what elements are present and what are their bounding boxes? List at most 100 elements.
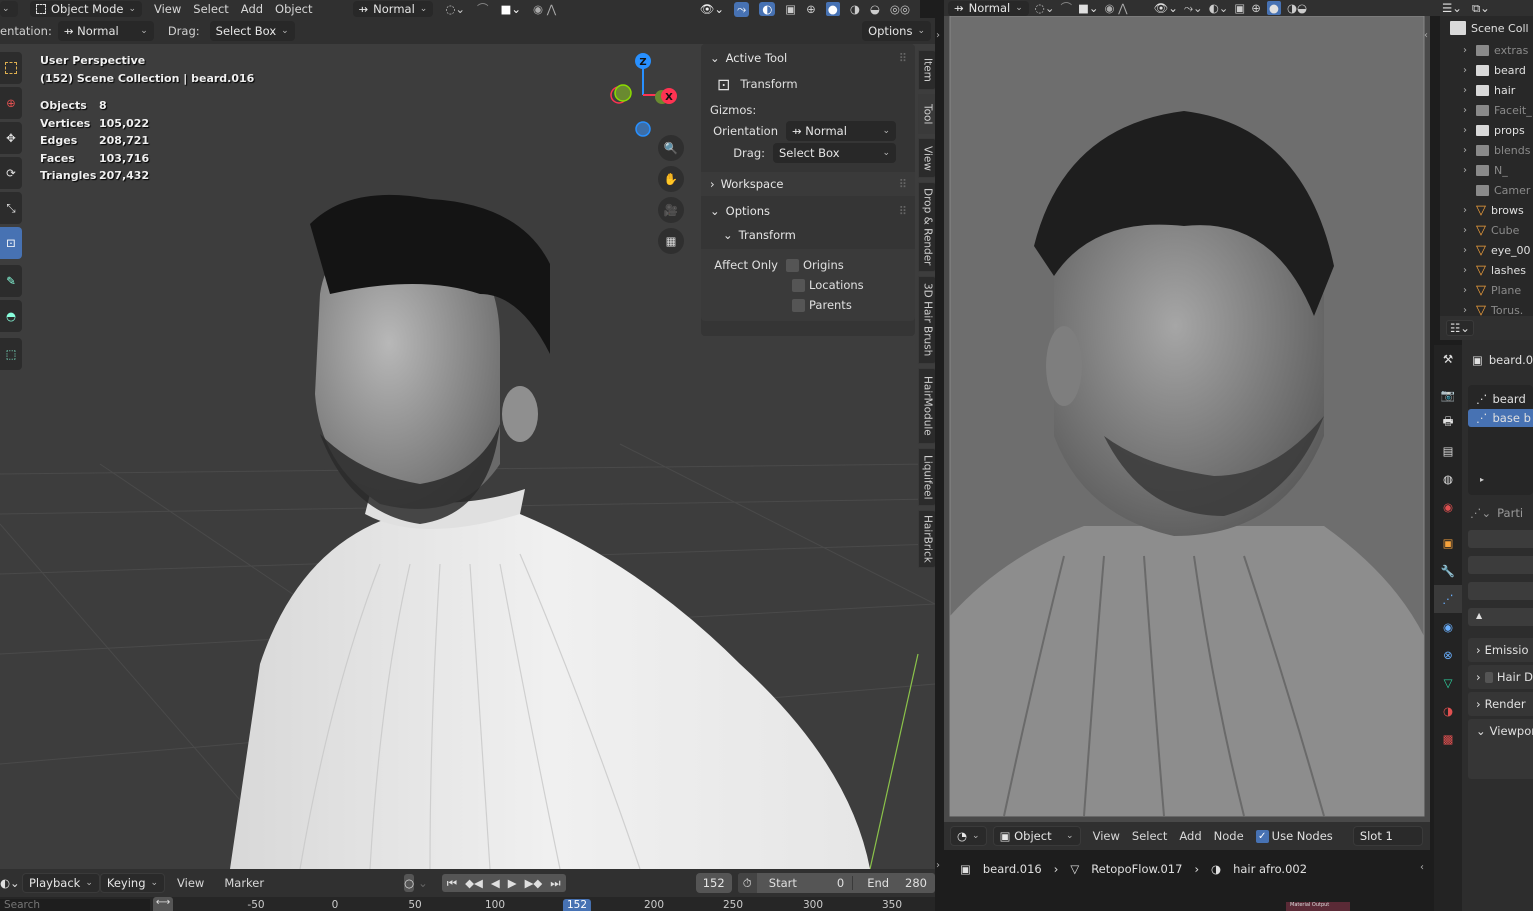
auto-key-toggle[interactable]: ○ bbox=[404, 874, 415, 892]
tab-particles[interactable]: ⋰ bbox=[1434, 585, 1462, 613]
snap-icon[interactable]: ⌒ bbox=[477, 1, 489, 17]
panel-options-header[interactable]: ⌄ Options ⠿ bbox=[701, 199, 915, 223]
outliner-item[interactable]: › ▽ Plane bbox=[1440, 280, 1533, 300]
editor-type-icon[interactable]: ☷⌄ bbox=[1446, 320, 1474, 336]
expand-arrow-icon[interactable]: › bbox=[1463, 65, 1471, 76]
pivot-icon[interactable]: ◌⌄ bbox=[445, 2, 465, 16]
blank-field[interactable] bbox=[1468, 530, 1533, 548]
outliner-item[interactable]: › blends bbox=[1440, 140, 1533, 160]
tool-move[interactable]: ✥ bbox=[0, 122, 22, 154]
navigation-gizmo[interactable]: Z X bbox=[605, 49, 685, 139]
menu-node[interactable]: Node bbox=[1214, 829, 1244, 843]
visibility-icon[interactable]: 👁⌄ bbox=[700, 2, 724, 16]
use-nodes-toggle[interactable]: ✓ Use Nodes bbox=[1255, 829, 1333, 843]
editor-type-icon[interactable]: ◐⌄ bbox=[0, 876, 20, 890]
zoom-button[interactable]: 🔍 bbox=[658, 135, 684, 161]
snap-icon[interactable]: ⌒ bbox=[1060, 0, 1072, 16]
outliner-item[interactable]: › hair bbox=[1440, 80, 1533, 100]
overlay-toggle-icon[interactable]: ◐⌄ bbox=[1209, 1, 1229, 15]
keying-menu[interactable]: Keying ⌄ bbox=[99, 873, 166, 893]
current-frame-field[interactable]: 152 bbox=[695, 873, 732, 893]
tab-world[interactable]: ◉ bbox=[1434, 493, 1462, 521]
play-icon[interactable]: ▶ bbox=[508, 876, 517, 890]
locations-checkbox[interactable] bbox=[792, 278, 805, 292]
outliner-item[interactable]: › props bbox=[1440, 120, 1533, 140]
expand-arrow-icon[interactable]: › bbox=[1463, 245, 1471, 256]
drag-handle-icon[interactable]: ⠿ bbox=[899, 51, 907, 65]
expand-list-icon[interactable]: ▸ bbox=[1468, 475, 1533, 484]
sync-arrows-icon[interactable]: ⟷ bbox=[153, 897, 173, 911]
outliner-item[interactable]: Camer bbox=[1440, 180, 1533, 200]
tab-render[interactable]: 📷 bbox=[1434, 381, 1462, 409]
blank-field[interactable] bbox=[1468, 556, 1533, 574]
chevron-right-icon[interactable]: › bbox=[936, 860, 940, 871]
overlay-toggle-icon[interactable]: ◐ bbox=[759, 2, 776, 16]
tab-modifiers[interactable]: 🔧 bbox=[1434, 557, 1462, 585]
start-frame-field[interactable]: Start 0 bbox=[757, 876, 854, 890]
jump-start-icon[interactable]: ⏮ bbox=[447, 876, 457, 891]
area-divider[interactable]: › › bbox=[935, 0, 944, 911]
node-editor-canvas[interactable]: ▣ beard.016 › ▽ RetopoFlow.017 › ◑ hair afr… bbox=[944, 850, 1430, 911]
xray-icon[interactable]: ▣ bbox=[1234, 1, 1245, 15]
shading-rendered-icon[interactable]: ◒ bbox=[870, 2, 880, 16]
outliner-item[interactable]: › ▽ lashes bbox=[1440, 260, 1533, 280]
playhead[interactable]: 152 bbox=[562, 899, 592, 911]
menu-marker[interactable]: Marker bbox=[224, 876, 264, 890]
orientation-dropdown[interactable]: ⇸ Normal ⌄ bbox=[57, 21, 154, 41]
drag-handle-icon[interactable]: ⠿ bbox=[899, 204, 907, 218]
shading-wireframe-icon[interactable]: ⊕ bbox=[806, 2, 816, 16]
drag-handle-icon[interactable]: ⠿ bbox=[899, 177, 907, 191]
menu-add[interactable]: Add bbox=[1179, 829, 1201, 843]
camera-view-button[interactable]: 🎥 bbox=[658, 197, 684, 223]
play-reverse-icon[interactable]: ◀ bbox=[491, 876, 500, 890]
panel-viewport-display[interactable]: ⌄ Viewpor bbox=[1468, 719, 1533, 779]
particle-settings-field[interactable]: ⋰⌄ Parti bbox=[1470, 501, 1533, 525]
search-input[interactable] bbox=[0, 899, 150, 911]
panel-hair-dynamics[interactable]: › Hair D bbox=[1468, 665, 1533, 689]
shader-type-dropdown[interactable]: ▣ Object ⌄ bbox=[992, 826, 1081, 846]
editor-type-button[interactable]: ⌄ bbox=[0, 1, 18, 17]
options-dropdown[interactable]: Options ⌄ bbox=[862, 21, 931, 41]
proportional-edit-icon[interactable]: ◉ ⋀ bbox=[533, 2, 556, 16]
chevron-right-icon[interactable]: › bbox=[936, 30, 940, 41]
breadcrumb-mesh[interactable]: RetopoFlow.017 bbox=[1091, 862, 1182, 876]
playback-menu[interactable]: Playback ⌄ bbox=[22, 873, 100, 893]
chevron-left-icon[interactable]: ‹ bbox=[1420, 862, 1424, 873]
editor-type-button[interactable]: ◔ ⌄ bbox=[950, 826, 987, 846]
breadcrumb-material[interactable]: hair afro.002 bbox=[1233, 862, 1307, 876]
filter-icon[interactable]: ⧉⌄ bbox=[1472, 1, 1490, 16]
tool-scale[interactable]: ⤡ bbox=[0, 192, 22, 224]
stopwatch-icon[interactable]: ⏱ bbox=[737, 873, 757, 893]
tool-measure[interactable]: ◓ bbox=[0, 300, 22, 332]
gizmo-toggle-icon[interactable]: ⤳ bbox=[734, 1, 750, 17]
expand-arrow-icon[interactable]: › bbox=[1463, 205, 1471, 216]
outliner-item[interactable]: › extras bbox=[1440, 40, 1533, 60]
timeline-ruler[interactable]: ⟷ -50 0 50 100 152 200 250 300 350 bbox=[0, 897, 935, 911]
3d-viewport-right[interactable]: ‹ bbox=[944, 16, 1430, 822]
mode-dropdown[interactable]: Object Mode ⌄ bbox=[30, 1, 142, 17]
tab-output[interactable]: 🖶 bbox=[1434, 409, 1462, 437]
xray-icon[interactable]: ▣ bbox=[785, 2, 796, 16]
chevron-left-icon[interactable]: ‹ bbox=[1424, 30, 1428, 41]
menu-add[interactable]: Add bbox=[241, 2, 263, 16]
collapse-button[interactable]: ▲ bbox=[1468, 608, 1533, 626]
menu-view[interactable]: View bbox=[177, 876, 204, 890]
outliner-item[interactable]: › ▽ Cube bbox=[1440, 220, 1533, 240]
outliner-item[interactable]: › ▽ eye_00 bbox=[1440, 240, 1533, 260]
tool-rotate[interactable]: ⟳ bbox=[0, 157, 22, 189]
render-icon[interactable]: ◎◎ bbox=[890, 2, 910, 16]
drag-dropdown[interactable]: Select Box ⌄ bbox=[773, 143, 896, 163]
3d-viewport-left[interactable]: ⊕ ✥ ⟳ ⤡ ⊡ ✎ ◓ ⬚ User Perspective (152) S… bbox=[0, 44, 935, 869]
panel-active-tool-header[interactable]: ⌄ Active Tool ⠿ bbox=[701, 46, 915, 70]
next-keyframe-icon[interactable]: ▶◆ bbox=[525, 876, 543, 890]
tab-data[interactable]: ▽ bbox=[1434, 669, 1462, 697]
expand-arrow-icon[interactable]: › bbox=[1463, 285, 1471, 296]
panel-workspace-header[interactable]: › Workspace ⠿ bbox=[701, 172, 915, 196]
expand-arrow-icon[interactable]: › bbox=[1463, 165, 1471, 176]
tab-scene[interactable]: ◍ bbox=[1434, 465, 1462, 493]
transform-orientation-dropdown[interactable]: ⇸ Normal ⌄ bbox=[948, 0, 1029, 16]
tab-texture[interactable]: ▩ bbox=[1434, 725, 1462, 753]
menu-view[interactable]: View bbox=[154, 2, 181, 16]
transform-orientation-dropdown[interactable]: ⇸ Normal ⌄ bbox=[352, 1, 434, 17]
expand-arrow-icon[interactable]: › bbox=[1463, 85, 1471, 96]
